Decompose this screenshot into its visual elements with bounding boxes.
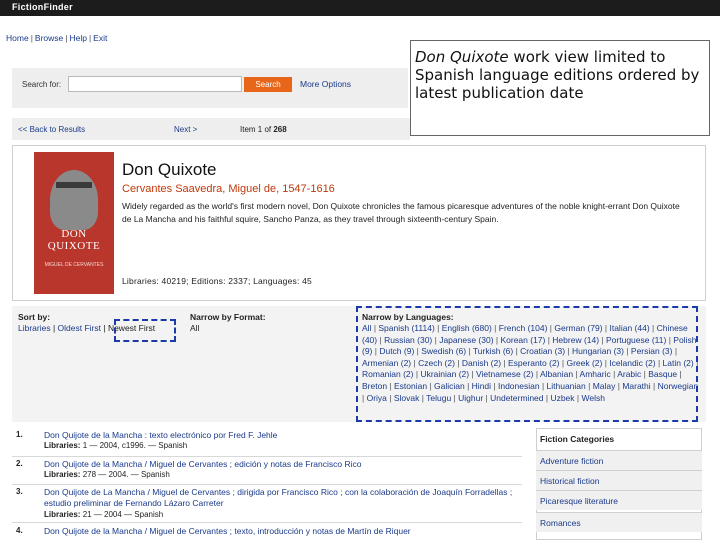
top-nav: Home | Browse | Help | Exit	[6, 33, 108, 43]
work-description: Widely regarded as the world's first mod…	[122, 201, 680, 224]
result-number: 2.	[16, 459, 23, 468]
result-meta: Libraries: 21 — 2004 — Spanish	[44, 510, 163, 519]
helmet-illustration	[50, 170, 98, 230]
result-meta-text: 1 — 2004, c1996. — Spanish	[80, 441, 188, 450]
sort-heading: Sort by:	[18, 312, 51, 322]
format-heading: Narrow by Format:	[190, 312, 266, 322]
result-meta-label: Libraries:	[44, 441, 81, 450]
result-divider	[12, 456, 522, 457]
back-to-results-link[interactable]: << Back to Results	[18, 125, 85, 134]
more-options-link[interactable]: More Options	[300, 79, 351, 89]
category-historical-link[interactable]: Historical fiction	[536, 470, 702, 490]
result-item: 1. Don Quijote de la Mancha : texto elec…	[12, 430, 522, 457]
result-number: 3.	[16, 487, 23, 496]
result-meta-text: 278 — 2004. — Spanish	[80, 470, 170, 479]
category-picaresque-link[interactable]: Picaresque literature	[536, 490, 702, 510]
languages-highlight	[356, 306, 698, 422]
category-adventure-link[interactable]: Adventure fiction	[536, 450, 702, 470]
result-divider	[12, 522, 522, 523]
next-item-link[interactable]: Next >	[174, 125, 197, 134]
result-number: 4.	[16, 526, 23, 535]
result-item: 4. Don Quijote de la Mancha / Miguel de …	[12, 526, 522, 540]
nav-home-link[interactable]: Home	[6, 33, 29, 43]
item-counter: Item 1 of 268	[240, 125, 287, 134]
item-counter-prefix: Item 1 of	[240, 125, 274, 134]
result-meta-text: 21 — 2004 — Spanish	[80, 510, 164, 519]
app-title: FictionFinder	[12, 2, 73, 12]
sort-oldest-link[interactable]: Oldest First	[58, 323, 101, 333]
helmet-visor	[56, 182, 92, 188]
app-title-bar: FictionFinder	[0, 0, 720, 16]
category-romances-link[interactable]: Romances	[536, 512, 702, 532]
nav-exit-link[interactable]: Exit	[93, 33, 107, 43]
format-all: All	[190, 323, 200, 333]
newest-first-highlight	[114, 319, 176, 342]
search-input[interactable]	[68, 76, 242, 92]
nav-help-link[interactable]: Help	[69, 33, 86, 43]
result-title-link[interactable]: Don Quijote de la Mancha : texto electró…	[44, 430, 514, 441]
item-counter-total: 268	[273, 125, 287, 134]
sort-libraries-link[interactable]: Libraries	[18, 323, 51, 333]
callout-title: Don Quixote	[415, 48, 509, 66]
result-meta: Libraries: 1 — 2004, c1996. — Spanish	[44, 441, 187, 450]
result-divider	[12, 484, 522, 485]
cover-author: MIGUEL DE CERVANTES	[44, 262, 104, 268]
result-title-link[interactable]: Don Quijote de La Mancha / Miguel de Cer…	[44, 487, 514, 508]
result-meta-label: Libraries:	[44, 470, 81, 479]
work-author-link[interactable]: Cervantes Saavedra, Miguel de, 1547-1616	[122, 183, 335, 195]
work-title: Don Quixote	[122, 160, 217, 179]
result-item: 2. Don Quijote de la Mancha / Miguel de …	[12, 459, 522, 485]
book-cover-image	[34, 152, 114, 294]
annotation-callout: Don Quixote work view limited to Spanish…	[410, 40, 710, 136]
result-meta: Libraries: 278 — 2004. — Spanish	[44, 470, 170, 479]
result-meta-label: Libraries:	[44, 510, 81, 519]
search-button[interactable]: Search	[244, 77, 292, 92]
search-label: Search for:	[22, 80, 62, 89]
nav-browse-link[interactable]: Browse	[35, 33, 63, 43]
result-item: 3. Don Quijote de La Mancha / Miguel de …	[12, 487, 522, 523]
result-number: 1.	[16, 430, 23, 439]
work-stats: Libraries: 40219; Editions: 2337; Langua…	[122, 276, 312, 286]
result-title-link[interactable]: Don Quijote de la Mancha / Miguel de Cer…	[44, 526, 514, 537]
result-title-link[interactable]: Don Quijote de la Mancha / Miguel de Cer…	[44, 459, 514, 470]
fiction-categories-heading: Fiction Categories	[540, 434, 615, 444]
cover-title: DON QUIXOTE	[47, 228, 101, 252]
